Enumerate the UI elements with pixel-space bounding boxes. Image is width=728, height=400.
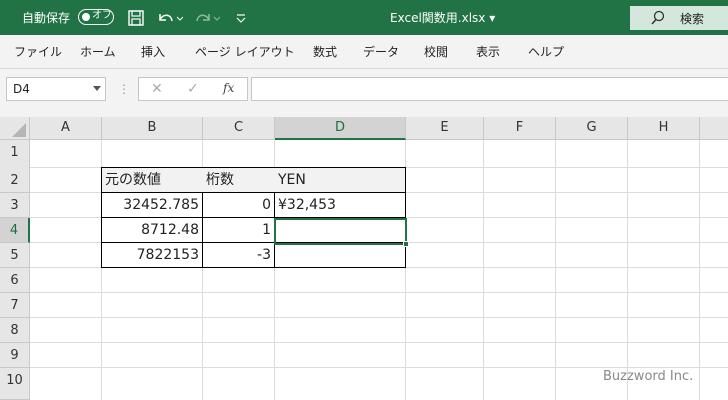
tab-review[interactable]: 校閲 xyxy=(424,43,448,60)
chevron-down-icon[interactable] xyxy=(93,86,101,91)
cell-d5[interactable] xyxy=(275,243,405,268)
gridline xyxy=(30,292,728,293)
formula-input[interactable] xyxy=(251,77,728,101)
row-header-2[interactable]: 2 xyxy=(0,168,30,193)
search-box[interactable]: 検索 xyxy=(630,6,728,30)
save-icon[interactable] xyxy=(126,8,146,28)
row-header-10[interactable]: 10 xyxy=(0,368,30,400)
select-all-button[interactable] xyxy=(0,117,30,140)
name-box-value: D4 xyxy=(13,82,30,96)
toggle-knob xyxy=(82,12,90,21)
cell-b3[interactable]: 32452.785 xyxy=(102,193,202,218)
fill-handle[interactable] xyxy=(403,241,409,247)
formula-buttons: ✕ ✓ fx xyxy=(138,77,248,101)
cell-c3[interactable]: 0 xyxy=(203,193,274,218)
gridline xyxy=(30,367,728,368)
row-header-1[interactable]: 1 xyxy=(0,140,30,165)
row-header-7[interactable]: 7 xyxy=(0,293,30,318)
cell-d2[interactable]: YEN xyxy=(275,168,405,193)
name-box[interactable]: D4 xyxy=(6,77,106,101)
tab-home[interactable]: ホーム xyxy=(80,43,116,60)
row-header-9[interactable]: 9 xyxy=(0,343,30,368)
tab-formulas[interactable]: 数式 xyxy=(313,43,337,60)
cell-c4[interactable]: 1 xyxy=(203,218,274,243)
cancel-icon[interactable]: ✕ xyxy=(151,81,163,97)
gridline xyxy=(627,140,628,400)
enter-icon[interactable]: ✓ xyxy=(187,81,199,97)
cell-b2[interactable]: 元の数値 xyxy=(102,168,202,193)
more-options-icon[interactable]: ⋮ xyxy=(118,82,130,96)
gridline xyxy=(483,140,484,400)
column-header-a[interactable]: A xyxy=(30,117,102,140)
customize-qat-icon[interactable] xyxy=(235,8,255,28)
column-header-d[interactable]: D xyxy=(275,117,406,140)
spreadsheet-grid: A B C D E F G H 1 2 3 4 5 6 7 8 9 10 元の数… xyxy=(0,117,728,400)
file-title[interactable]: Excel関数用.xlsx ▾ xyxy=(390,9,495,27)
ribbon-tabs: ファイル ホーム 挿入 ページ レイアウト 数式 データ 校閲 表示 ヘルプ xyxy=(0,35,728,69)
gridline xyxy=(699,140,700,400)
undo-icon[interactable] xyxy=(155,8,184,28)
row-header-4[interactable]: 4 xyxy=(0,218,30,243)
column-header-h[interactable]: H xyxy=(628,117,700,140)
cell-c2[interactable]: 桁数 xyxy=(203,168,274,193)
redo-icon[interactable] xyxy=(194,8,221,28)
column-header-f[interactable]: F xyxy=(484,117,556,140)
title-bar: 自動保存 オフ Excel関数用.xlsx ▾ 検索 xyxy=(0,0,728,35)
tab-view[interactable]: 表示 xyxy=(476,43,500,60)
cell-b5[interactable]: 7822153 xyxy=(102,243,202,268)
tab-data[interactable]: データ xyxy=(363,43,399,60)
search-icon xyxy=(650,10,666,30)
column-header-c[interactable]: C xyxy=(203,117,275,140)
cell-d3[interactable]: ¥32,453 xyxy=(275,193,405,218)
autosave-toggle[interactable]: オフ xyxy=(78,9,114,25)
gridline xyxy=(30,342,728,343)
search-label: 検索 xyxy=(680,12,705,26)
row-header-8[interactable]: 8 xyxy=(0,318,30,343)
watermark: Buzzword Inc. xyxy=(603,369,694,384)
tab-help[interactable]: ヘルプ xyxy=(528,43,564,60)
column-header-e[interactable]: E xyxy=(406,117,484,140)
column-header-i[interactable] xyxy=(700,117,728,140)
autosave-label: 自動保存 xyxy=(22,11,71,25)
tab-page-layout[interactable]: ページ レイアウト xyxy=(195,43,295,60)
active-cell-border[interactable] xyxy=(274,218,407,245)
row-header-3[interactable]: 3 xyxy=(0,193,30,218)
row-header-5[interactable]: 5 xyxy=(0,243,30,268)
gridline xyxy=(30,317,728,318)
cell-c5[interactable]: -3 xyxy=(203,243,274,268)
row-header-spacer xyxy=(0,163,30,168)
tab-insert[interactable]: 挿入 xyxy=(141,43,165,60)
insert-function-icon[interactable]: fx xyxy=(223,81,234,95)
gridline xyxy=(555,140,556,400)
cell-b4[interactable]: 8712.48 xyxy=(102,218,202,243)
tab-file[interactable]: ファイル xyxy=(14,43,62,60)
row-header-6[interactable]: 6 xyxy=(0,268,30,293)
column-header-b[interactable]: B xyxy=(102,117,203,140)
column-header-g[interactable]: G xyxy=(556,117,628,140)
formula-bar: D4 ⋮ ✕ ✓ fx xyxy=(0,69,728,117)
autosave-state: オフ xyxy=(92,10,112,21)
